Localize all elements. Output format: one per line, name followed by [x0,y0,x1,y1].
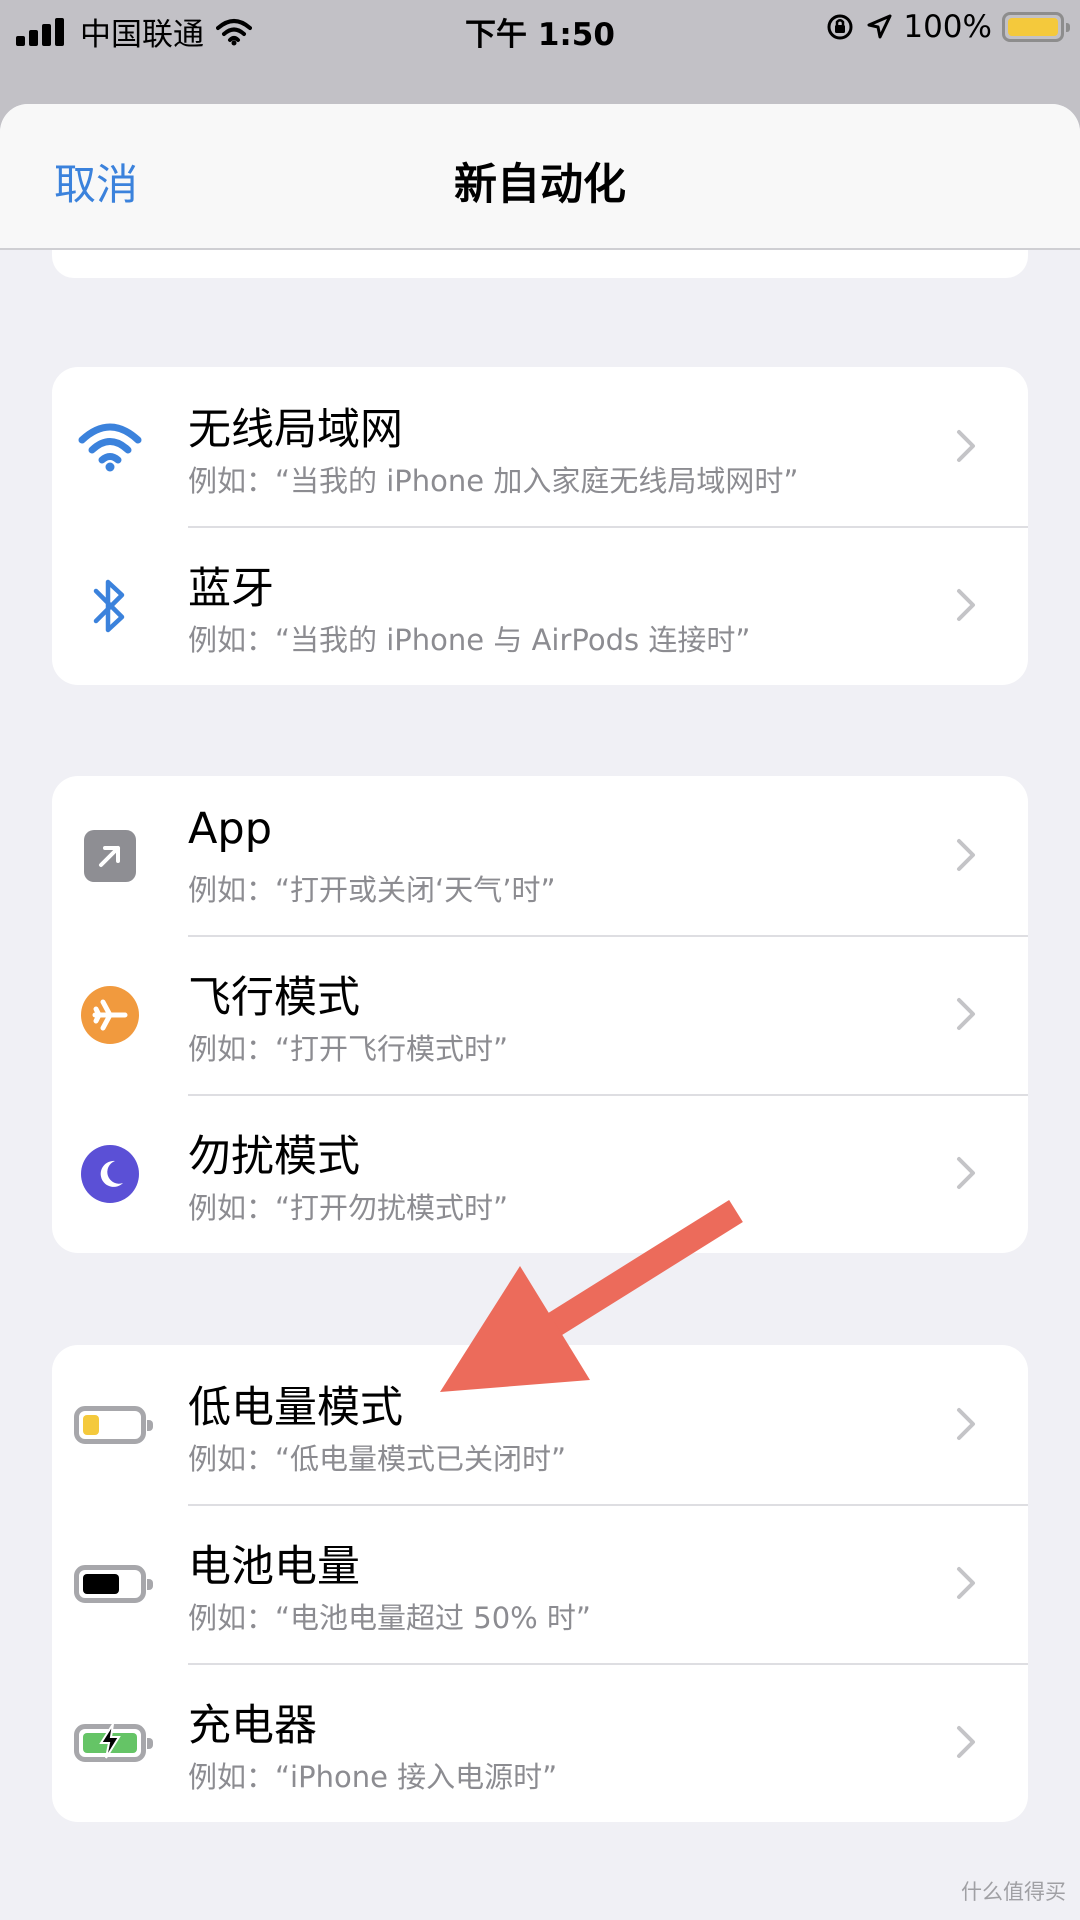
item-subtitle: 例如：“当我的 iPhone 与 AirPods 连接时” [188,623,751,657]
item-subtitle: 例如：“打开飞行模式时” [188,1032,509,1066]
item-title: 勿扰模式 [188,1132,360,1182]
battery-icon [1002,12,1070,42]
group-apps-modes: App 例如：“打开或关闭‘天气’时” 飞行模式 例如：“打开飞行模式时” 勿扰… [52,776,1028,1253]
status-bar: 中国联通 下午 1:50 100% [0,0,1080,56]
item-title: 蓝牙 [188,564,274,614]
chevron-right-icon [957,1567,975,1599]
chevron-right-icon [957,430,975,462]
list-item-app[interactable]: App 例如：“打开或关闭‘天气’时” [52,776,1028,935]
low-battery-icon [74,1389,153,1461]
battery-percent: 100% [903,9,992,45]
airplane-icon [74,979,146,1051]
item-subtitle: 例如：“iPhone 接入电源时” [188,1760,558,1794]
watermark: 什么值得买 [961,1880,1066,1904]
item-subtitle: 例如：“打开或关闭‘天气’时” [188,873,556,907]
group-battery: 低电量模式 例如：“低电量模式已关闭时” 电池电量 例如：“电池电量超过 50%… [52,1345,1028,1822]
chevron-right-icon [957,1726,975,1758]
item-title: 充电器 [188,1701,317,1751]
moon-icon [74,1138,146,1210]
chevron-right-icon [957,1157,975,1189]
item-title: 无线局域网 [188,405,403,455]
page-title: 新自动化 [454,160,626,210]
item-title: App [188,804,273,854]
item-title: 飞行模式 [188,973,360,1023]
list-item-do-not-disturb[interactable]: 勿扰模式 例如：“打开勿扰模式时” [52,1094,1028,1253]
battery-level-icon [74,1548,153,1620]
item-title: 低电量模式 [188,1383,403,1433]
list-item-bluetooth[interactable]: 蓝牙 例如：“当我的 iPhone 与 AirPods 连接时” [52,526,1028,685]
group-network: 无线局域网 例如：“当我的 iPhone 加入家庭无线局域网时” 蓝牙 例如：“… [52,367,1028,685]
charging-battery-icon [74,1707,153,1779]
list-item-wifi[interactable]: 无线局域网 例如：“当我的 iPhone 加入家庭无线局域网时” [52,367,1028,526]
nav-bar: 取消 新自动化 [0,104,1080,250]
item-subtitle: 例如：“打开勿扰模式时” [188,1191,509,1225]
location-icon [867,14,892,39]
new-automation-sheet: 取消 新自动化 无线局域网 例如：“当我的 iPhone 加入家庭无线局域网时” [0,104,1080,1920]
rotation-lock-icon [827,14,853,40]
item-subtitle: 例如：“电池电量超过 50% 时” [188,1601,591,1635]
bluetooth-icon [74,570,146,642]
item-subtitle: 例如：“低电量模式已关闭时” [188,1442,567,1476]
chevron-right-icon [957,589,975,621]
list-item-low-power-mode[interactable]: 低电量模式 例如：“低电量模式已关闭时” [52,1345,1028,1504]
item-title: 电池电量 [188,1542,360,1592]
wifi-icon [74,411,146,483]
list-item-charger[interactable]: 充电器 例如：“iPhone 接入电源时” [52,1663,1028,1822]
chevron-right-icon [957,1408,975,1440]
chevron-right-icon [957,998,975,1030]
item-subtitle: 例如：“当我的 iPhone 加入家庭无线局域网时” [188,464,799,498]
app-arrow-icon [74,820,146,892]
list-item-battery-level[interactable]: 电池电量 例如：“电池电量超过 50% 时” [52,1504,1028,1663]
list-item-airplane-mode[interactable]: 飞行模式 例如：“打开飞行模式时” [52,935,1028,1094]
chevron-right-icon [957,839,975,871]
